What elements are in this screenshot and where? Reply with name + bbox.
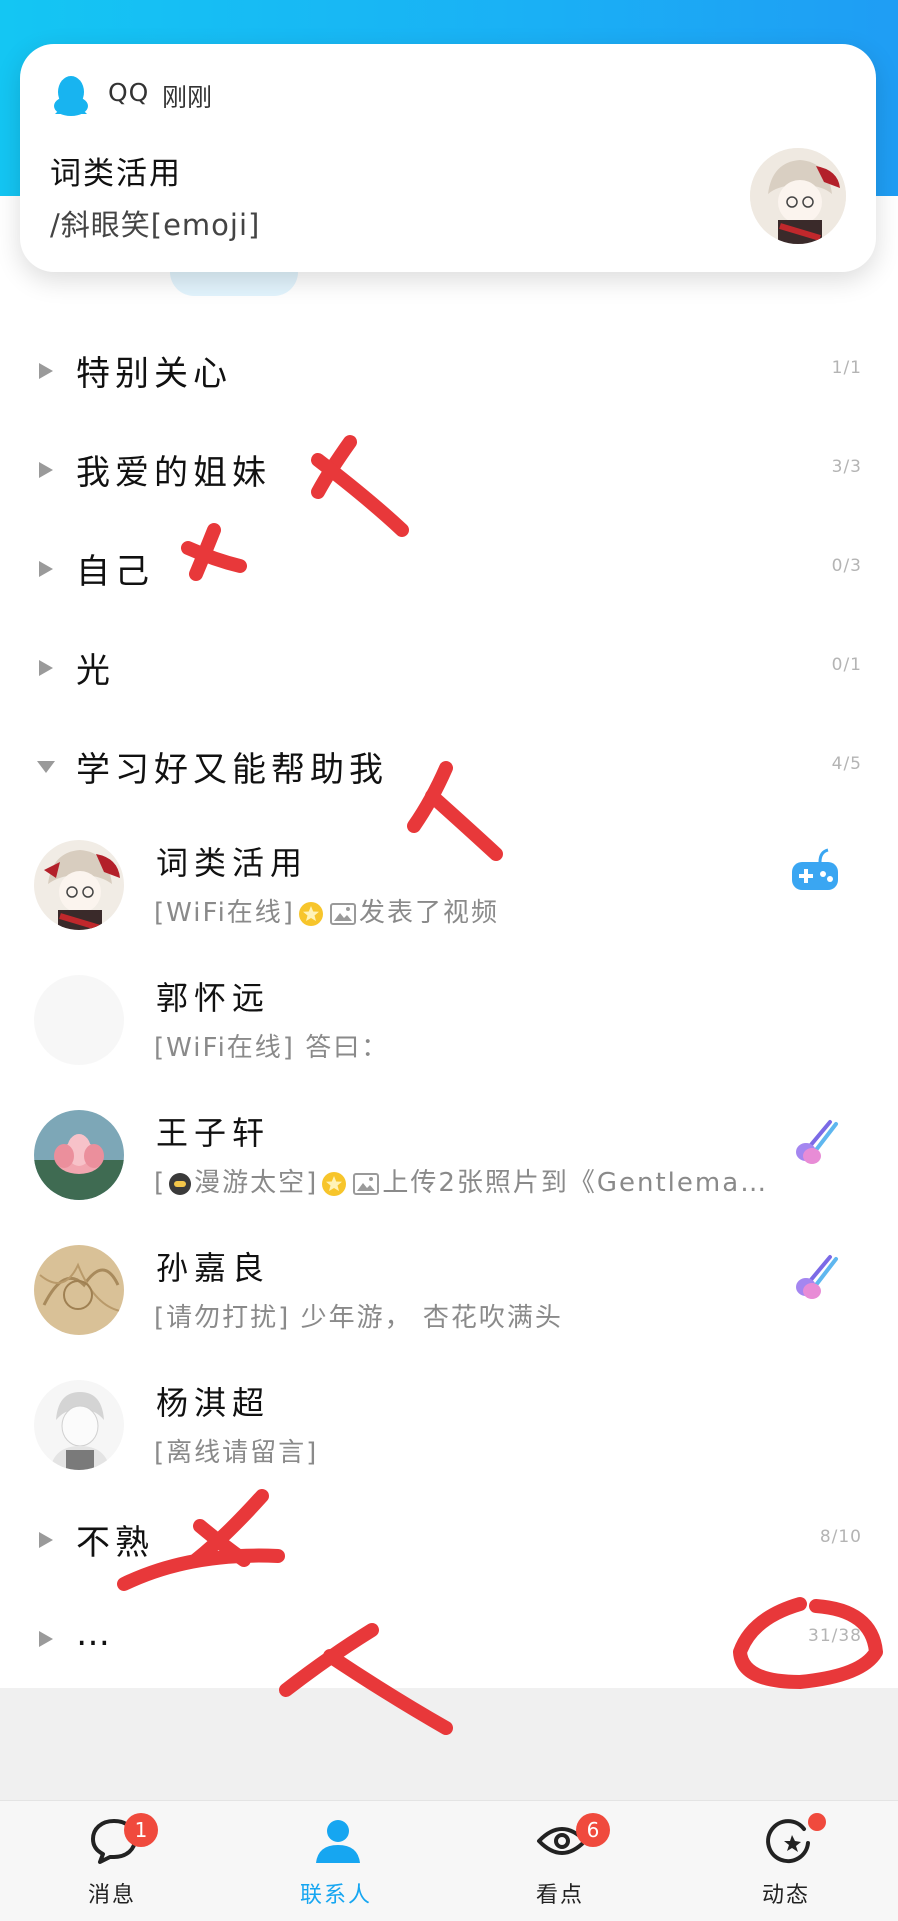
notification-time: 刚刚 [162,83,213,112]
contact-name: 郭怀远 [156,979,271,1017]
group-count: 31/38 [808,1626,862,1646]
notification-banner[interactable]: QQ 刚刚 词类活用 /斜眼笑[emoji] [20,44,876,272]
contact-avatar [34,1245,124,1335]
group-row-expanded[interactable]: 学习好又能帮助我 4/5 [0,718,898,814]
notification-body: /斜眼笑[emoji] [50,208,261,242]
group-row[interactable]: 特别关心 1/1 [0,322,898,418]
contact-status: [WiFi在线] 答曰： [154,1027,389,1064]
game-controller-icon [792,848,838,890]
status-mid: 漫游太空] [194,1168,319,1198]
status-prefix: [WiFi在线] [154,1033,295,1063]
messages-badge: 1 [124,1813,158,1847]
dynamic-dot [808,1813,826,1831]
expanded-arrow-icon [37,761,55,773]
status-prefix: [离线请留言] [154,1438,319,1468]
photo-icon [329,902,356,925]
list-footer-spacer [0,1688,898,1800]
notification-title: 词类活用 [50,156,182,192]
status-prefix: [WiFi在线] [154,898,295,928]
group-name: … [76,1614,115,1654]
qq-penguin-icon [54,76,88,116]
group-count: 8/10 [819,1527,862,1547]
contact-name: 词类活用 [156,844,309,882]
status-text: 答曰： [305,1033,390,1063]
contact-name: 杨淇超 [156,1384,271,1422]
star-medal-icon [322,1171,347,1196]
group-name: 学习好又能帮助我 [76,750,388,790]
contact-row[interactable]: 王子轩 [ 漫游太空] 上传2张照片到《Gentlema… [0,1088,898,1223]
group-name: 光 [76,651,115,691]
astronaut-icon [169,1172,192,1195]
group-row[interactable]: 自己 0/3 [0,520,898,616]
group-name: 不熟 [76,1523,154,1563]
guitar-icon [796,1120,838,1164]
status-text: 发表了视频 [358,898,499,928]
group-count: 4/5 [831,754,862,774]
contact-row[interactable]: 杨淇超 [离线请留言] [0,1358,898,1493]
group-row[interactable]: 不熟 8/10 [0,1491,898,1587]
group-row[interactable]: … 31/38 [0,1590,898,1686]
group-count: 1/1 [831,358,862,378]
contact-avatar [34,1380,124,1470]
contact-row[interactable]: 孙嘉良 [请勿打扰] 少年游， 杏花吹满头 [0,1223,898,1358]
group-row[interactable]: 光 0/1 [0,619,898,715]
collapsed-arrow-icon [39,462,53,478]
nav-dynamic[interactable]: 动态 [726,1801,846,1921]
group-name: 特别关心 [76,354,232,394]
photo-icon [353,1172,380,1195]
star-circle-icon [766,1819,810,1864]
collapsed-arrow-icon [39,561,53,577]
contact-status: [ 漫游太空] 上传2张照片到《Gentlema… [154,1162,768,1199]
kandian-badge: 6 [576,1813,610,1847]
contact-row[interactable]: 词类活用 [WiFi在线] 发表了视频 [0,818,898,953]
contact-avatar [34,975,124,1065]
notification-avatar [750,148,846,244]
contact-status: [离线请留言] [154,1432,318,1469]
bottom-nav: 1 消息 联系人 6 看点 动态 [0,1800,898,1921]
guitar-icon [796,1255,838,1299]
collapsed-arrow-icon [39,1532,53,1548]
nav-label: 消息 [87,1883,136,1908]
collapsed-arrow-icon [39,660,53,676]
group-name: 自己 [76,552,154,592]
group-row[interactable]: 我爱的姐妹 3/3 [0,421,898,517]
contact-status: [请勿打扰] 少年游， 杏花吹满头 [154,1297,563,1334]
notification-app-name: QQ [108,78,150,107]
nav-label: 联系人 [299,1883,372,1908]
nav-label: 看点 [535,1883,584,1908]
status-prefix: [ [154,1168,167,1198]
person-icon [316,1820,360,1863]
contact-avatar [34,840,124,930]
collapsed-arrow-icon [39,1631,53,1647]
nav-contacts[interactable]: 联系人 [276,1801,396,1921]
nav-messages[interactable]: 1 消息 [52,1801,172,1921]
nav-label: 动态 [761,1883,810,1908]
status-text: 上传2张照片到《Gentlema… [382,1168,769,1198]
nav-kandian[interactable]: 6 看点 [500,1801,620,1921]
status-prefix: [请勿打扰] [154,1303,291,1333]
contact-avatar [34,1110,124,1200]
collapsed-arrow-icon [39,363,53,379]
group-name: 我爱的姐妹 [76,453,271,493]
contact-status: [WiFi在线] 发表了视频 [154,892,499,929]
status-text: 少年游， 杏花吹满头 [300,1303,563,1333]
group-count: 3/3 [831,457,862,477]
contact-name: 王子轩 [156,1114,271,1152]
group-count: 0/1 [831,655,862,675]
contact-row[interactable]: 郭怀远 [WiFi在线] 答曰： [0,953,898,1088]
group-count: 0/3 [831,556,862,576]
star-medal-icon [298,901,323,926]
contact-name: 孙嘉良 [156,1249,271,1287]
